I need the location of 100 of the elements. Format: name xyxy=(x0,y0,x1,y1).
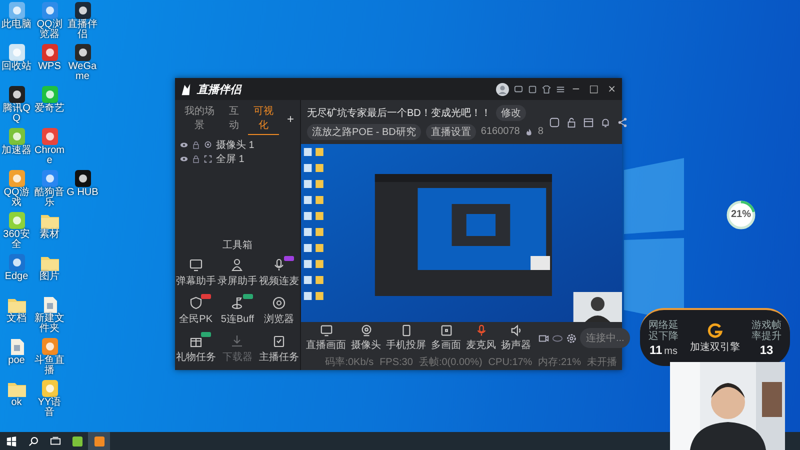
desktop-shortcut[interactable]: QQ游戏 xyxy=(0,170,33,212)
settings-icon[interactable] xyxy=(566,332,577,344)
tool-button[interactable]: 录屏助手 xyxy=(216,258,258,288)
desktop-shortcut[interactable]: 素材 xyxy=(33,212,66,254)
tool-button[interactable]: 全民PK xyxy=(175,296,217,326)
avatar-icon[interactable] xyxy=(496,82,509,96)
camera-icon xyxy=(204,141,212,149)
compass-icon xyxy=(272,296,286,310)
desktop-shortcut[interactable]: 加速器 xyxy=(0,128,33,170)
flame-logo-icon xyxy=(179,82,192,96)
category-button[interactable]: 流放之路POE - BD研究 xyxy=(307,124,421,140)
popularity-count: 8 xyxy=(538,126,544,137)
desktop-shortcut[interactable]: 360安全 xyxy=(0,212,33,254)
desktop-shortcut[interactable]: Edge xyxy=(0,254,33,296)
bell-icon[interactable] xyxy=(600,116,612,128)
share-icon[interactable] xyxy=(617,116,628,128)
calendar-icon[interactable] xyxy=(583,116,594,128)
desktop-shortcut[interactable]: 此电脑 xyxy=(0,2,33,44)
app-icon xyxy=(40,380,60,398)
toolbar-button[interactable]: 扬声器 xyxy=(500,324,532,352)
desktop-shortcut[interactable]: 腾讯QQ xyxy=(0,86,33,128)
lock-icon[interactable] xyxy=(566,116,578,128)
desktop-shortcut[interactable]: G HUB xyxy=(66,170,99,212)
flame-icon xyxy=(524,128,533,136)
app-icon xyxy=(40,86,60,104)
lock-icon[interactable] xyxy=(192,141,200,149)
desktop-shortcut[interactable]: YY语音 xyxy=(33,380,66,422)
desktop-shortcut[interactable]: 文档 xyxy=(0,296,33,338)
add-button[interactable]: + xyxy=(284,112,296,126)
settings-button[interactable]: 直播设置 xyxy=(426,124,476,140)
menu-icon[interactable] xyxy=(556,84,565,94)
panel-tab[interactable]: 互动 xyxy=(223,103,245,135)
mic-icon xyxy=(474,324,488,337)
tool-button[interactable]: 主播任务 xyxy=(258,334,300,364)
status-text: 内存:21% xyxy=(538,356,581,369)
flag-icon xyxy=(230,296,244,310)
taskbar-app-button[interactable] xyxy=(88,432,110,450)
edit-button[interactable]: 修改 xyxy=(496,104,526,120)
task-view-icon xyxy=(50,436,60,446)
folder-icon xyxy=(40,254,60,272)
screen-icon xyxy=(320,324,332,337)
camera-icon xyxy=(360,324,372,337)
scene-item[interactable]: 全屏 1 xyxy=(216,152,244,166)
app-icon xyxy=(6,86,26,104)
app-icon xyxy=(40,2,60,20)
desktop-shortcut[interactable]: ok xyxy=(0,380,33,422)
app-name: 直播伴侣 xyxy=(197,82,241,96)
tool-button[interactable]: 礼物任务 xyxy=(175,334,217,364)
status-text: 未开播 xyxy=(587,356,617,369)
status-text: 丢帧:0(0.00%) xyxy=(418,356,482,369)
mic-icon xyxy=(272,258,286,272)
panel-tab[interactable]: 我的场景 xyxy=(179,103,220,135)
tool-button[interactable]: 视频连麦 xyxy=(258,258,300,288)
app-icon xyxy=(40,44,60,62)
shield-icon xyxy=(188,296,203,310)
app-icon xyxy=(72,170,92,188)
fullscreen-icon xyxy=(204,155,212,163)
app-icon xyxy=(40,170,60,188)
desktop-shortcut[interactable]: poe xyxy=(0,338,33,380)
person-icon xyxy=(230,258,244,272)
scene-item[interactable]: 摄像头 1 xyxy=(216,138,254,152)
window-control-button[interactable]: □ xyxy=(587,84,601,94)
shirt-icon[interactable] xyxy=(542,84,551,94)
go-live-button[interactable]: 连接中... xyxy=(580,328,630,348)
desktop-shortcut[interactable]: WeGame xyxy=(66,44,99,86)
desktop-shortcut[interactable]: Chrome xyxy=(33,128,66,170)
desktop-shortcut[interactable]: QQ浏览器 xyxy=(33,2,66,44)
tool-button[interactable]: 弹幕助手 xyxy=(175,258,217,288)
folder-icon xyxy=(6,380,26,398)
toolbar-button[interactable]: 多画面 xyxy=(430,324,462,352)
app-icon xyxy=(40,128,60,146)
desktop-shortcut[interactable]: 直播伴侣 xyxy=(66,2,99,44)
app-icon xyxy=(6,170,26,188)
window-control-button[interactable]: − xyxy=(570,84,582,94)
tool-button[interactable]: 浏览器 xyxy=(258,296,300,326)
frame-icon xyxy=(440,324,452,337)
toolbar-button[interactable]: 麦克风 xyxy=(465,324,497,352)
desktop-shortcut[interactable]: 回收站 xyxy=(0,44,33,86)
desktop-shortcut[interactable]: 新建文件夹 xyxy=(33,296,66,338)
desktop-shortcut[interactable]: 斗鱼直播 xyxy=(33,338,66,380)
app-icon xyxy=(6,212,26,230)
desktop-shortcut[interactable]: 酷狗音乐 xyxy=(33,170,66,212)
desktop-shortcut[interactable]: 图片 xyxy=(33,254,66,296)
download-icon xyxy=(230,334,244,348)
toolbar-button[interactable]: 手机投屏 xyxy=(385,324,427,352)
record-icon[interactable] xyxy=(538,332,549,344)
g-logo-icon xyxy=(707,322,723,338)
folder-icon xyxy=(40,212,60,230)
app-icon xyxy=(72,2,92,20)
desktop-shortcut[interactable]: WPS xyxy=(33,44,66,86)
toolbar-button[interactable]: 直播画面 xyxy=(305,324,347,352)
lock-icon[interactable] xyxy=(192,155,200,163)
toolbar-button[interactable]: 摄像头 xyxy=(350,324,382,352)
tool-button[interactable]: 5连Buff xyxy=(216,296,258,326)
status-text: FPS:30 xyxy=(380,356,413,368)
panel-tab[interactable]: 可视化 xyxy=(248,103,279,135)
stat-value: 13 xyxy=(760,342,774,356)
desktop-shortcut[interactable]: 爱奇艺 xyxy=(33,86,66,128)
window-control-button[interactable]: × xyxy=(606,84,618,94)
monitor-icon xyxy=(188,258,203,272)
